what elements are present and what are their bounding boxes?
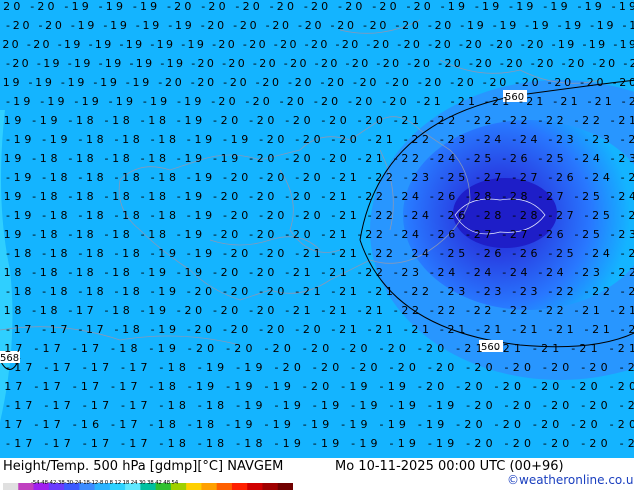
color-scale-ticks: -54-48-42-38-30-24-18-12-8 0 8 12 18 24 … bbox=[31, 480, 179, 486]
color-scale-swatch bbox=[262, 483, 279, 490]
color-scale-swatch bbox=[186, 483, 202, 490]
color-scale-swatch bbox=[216, 483, 233, 490]
color-scale-swatch bbox=[247, 483, 263, 490]
temperature-label-row: -20 -19 -19 -19 -19 -19 -20 -20 -20 -20 … bbox=[6, 57, 634, 70]
color-scale-swatch bbox=[201, 483, 218, 490]
weather-map: 560 560 568 -20 -20 -19 -19 -19 -20 -20 … bbox=[0, 0, 634, 458]
color-scale-swatch bbox=[277, 483, 293, 490]
chart-title: Height/Temp. 500 hPa [gdmp][°C] NAVGEM bbox=[3, 459, 284, 474]
valid-time: Mo 10-11-2025 00:00 UTC (00+96) bbox=[335, 459, 564, 474]
color-scale-swatch bbox=[231, 483, 248, 490]
temperature-label-row: -20 -20 -19 -19 -19 -20 -20 -20 -20 -20 … bbox=[0, 0, 634, 13]
map-canvas: 560 560 568 -20 -20 -19 -19 -19 -20 -20 … bbox=[0, 0, 634, 458]
site-credit-link[interactable]: ©weatheronline.co.uk bbox=[507, 473, 634, 487]
color-scale-swatch bbox=[3, 483, 19, 490]
temperature-label-row: -20 -20 -19 -19 -19 -19 -19 -20 -20 -20 … bbox=[0, 38, 634, 51]
